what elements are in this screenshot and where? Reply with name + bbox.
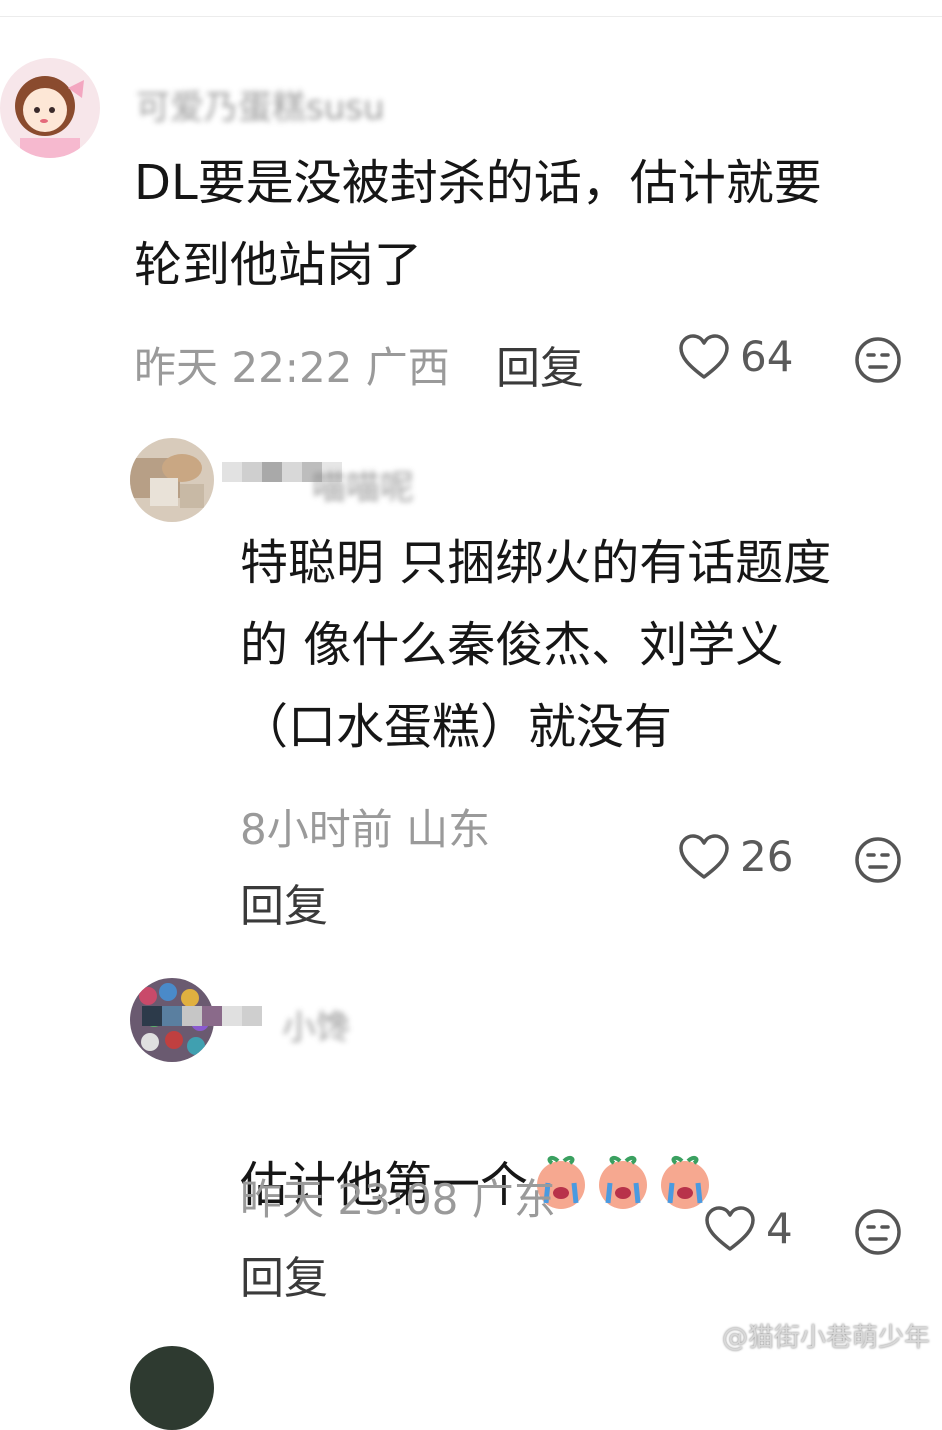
comment-text: 特聪明 只捆绑火的有话题度 的 像什么秦俊杰、刘学义 （口水蛋糕）就没有 xyxy=(240,535,832,755)
kitten-photo-avatar-icon xyxy=(130,438,214,522)
like-count: 4 xyxy=(766,1204,793,1253)
comment-meta: 8小时前 山东 xyxy=(240,796,490,857)
dislike-button[interactable] xyxy=(854,1208,902,1260)
like-button[interactable]: 26 xyxy=(678,832,793,881)
like-count: 64 xyxy=(740,332,794,381)
crying-face-emoji-icon xyxy=(661,1155,710,1209)
timestamp: 昨天 23:08 xyxy=(240,1175,459,1224)
like-count: 26 xyxy=(740,832,794,881)
timestamp: 昨天 22:22 xyxy=(134,343,353,392)
location: 广西 xyxy=(365,343,450,392)
meh-face-icon xyxy=(855,337,901,383)
reply-button[interactable]: 回复 xyxy=(240,870,328,934)
heart-outline-icon xyxy=(679,833,729,879)
username[interactable]: 可爱乃蛋糕susu xyxy=(136,80,385,129)
avatar[interactable] xyxy=(0,58,100,158)
avatar[interactable] xyxy=(130,438,214,522)
location: 山东 xyxy=(406,805,491,854)
like-button[interactable]: 64 xyxy=(678,332,793,381)
comment-text: DL要是没被封杀的话，估计就要 轮到他站岗了 xyxy=(134,155,822,293)
dislike-button[interactable] xyxy=(854,836,902,888)
next-comment-avatar[interactable] xyxy=(130,1346,214,1430)
meh-face-icon xyxy=(855,837,901,883)
crying-face-emoji-icon xyxy=(599,1155,648,1209)
location: 广东 xyxy=(471,1175,556,1224)
heart-outline-icon xyxy=(679,333,729,379)
username[interactable]: 喵喵呢 xyxy=(312,460,414,509)
username[interactable]: 小馋 xyxy=(282,1000,350,1049)
reply-button[interactable]: 回复 xyxy=(496,332,584,396)
heart-outline-icon xyxy=(705,1205,755,1251)
watermark: @猫街小巷萌少年 xyxy=(721,1323,930,1353)
reply-button[interactable]: 回复 xyxy=(240,1242,328,1306)
username-mosaic xyxy=(142,1006,262,1026)
top-divider xyxy=(0,16,942,17)
dislike-button[interactable] xyxy=(854,336,902,388)
like-button[interactable]: 4 xyxy=(704,1204,793,1253)
comment-meta: 昨天 22:22 广西 xyxy=(134,334,450,395)
comment-meta: 昨天 23:08 广东 xyxy=(240,1166,556,1227)
cartoon-girl-avatar-icon xyxy=(0,58,100,158)
timestamp: 8小时前 xyxy=(240,805,393,854)
meh-face-icon xyxy=(855,1209,901,1255)
